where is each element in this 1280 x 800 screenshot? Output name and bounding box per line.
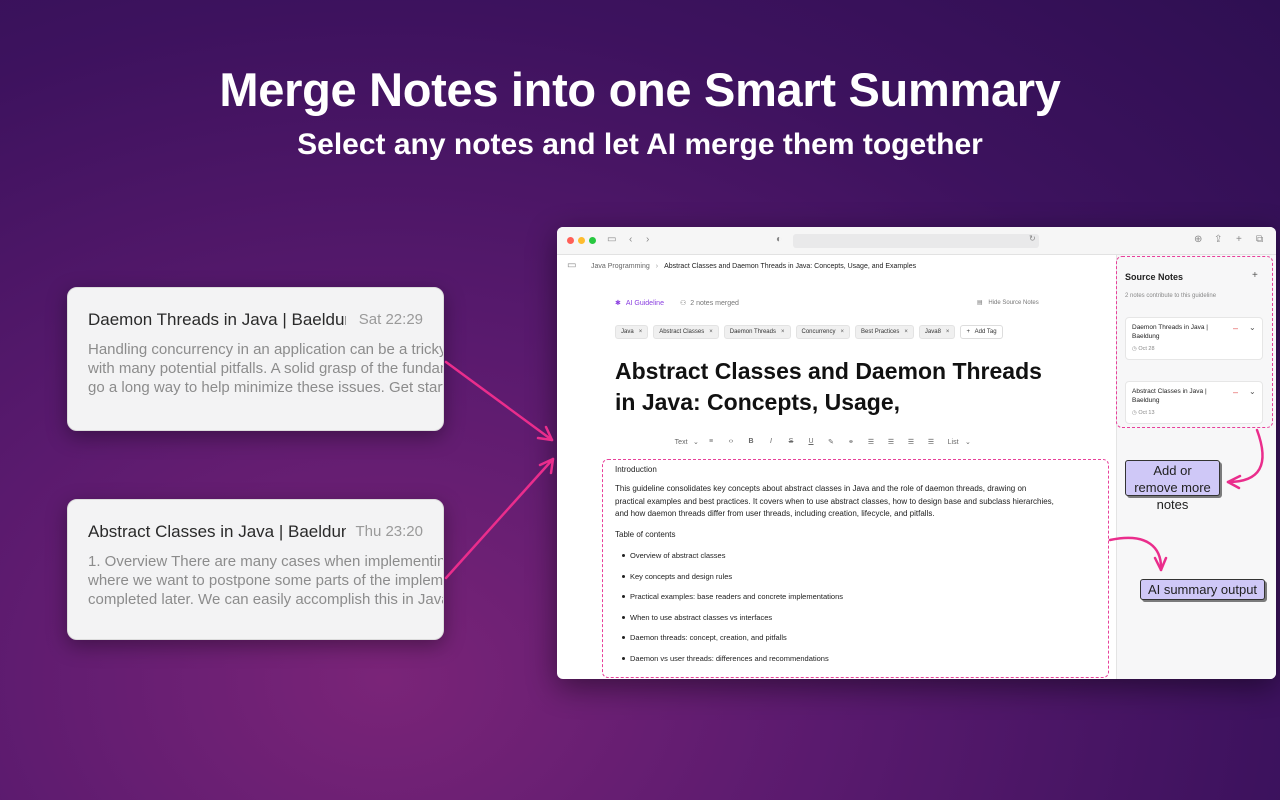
arrow-note2 — [444, 457, 555, 580]
add-remove-callout: Add or remove more notes — [1125, 460, 1220, 512]
arrow-content — [1108, 536, 1163, 572]
arrow-side — [1226, 428, 1264, 484]
arrow-note1 — [444, 360, 554, 442]
annotation-arrows — [444, 360, 1264, 580]
summary-output-callout: AI summary output — [1140, 579, 1265, 600]
